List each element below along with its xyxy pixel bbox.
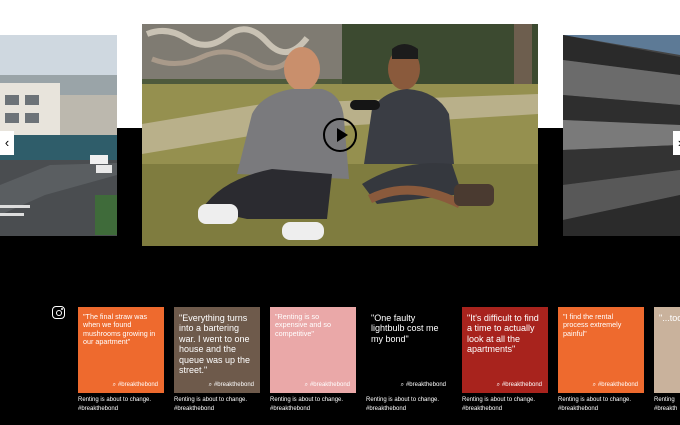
carousel-prev-arrow[interactable]: ‹ — [0, 131, 14, 155]
instagram-icon[interactable] — [52, 306, 65, 319]
post-image-tile: "One faulty lightbulb cost me my bond" ⌕ #… — [366, 307, 452, 393]
post-hashtag: ⌕ #breakthebond — [401, 382, 446, 389]
carousel-next-arrow[interactable]: › — [673, 131, 680, 155]
post-caption: Renting is about to change. #breakthebond — [462, 396, 548, 413]
post-caption-line: Renting is about to change. — [174, 397, 248, 403]
post-image-tile: "...too y... bothe... — [654, 307, 680, 393]
post-quote: "I find the rental process extremely pai… — [563, 312, 622, 338]
search-icon: ⌕ — [112, 382, 116, 388]
post-quote: "The final straw was when we found mushr… — [83, 312, 156, 347]
post-quote: "Renting is so expensive and so competit… — [275, 312, 331, 338]
post-caption: Renting is about to change. #breakthebond — [78, 396, 164, 413]
building-facade-image — [563, 35, 680, 236]
post-caption-line: Renting is about to change. — [270, 397, 344, 403]
street-scene-image — [0, 35, 117, 236]
post-quote: "It's difficult to find a time to actual… — [467, 313, 539, 355]
search-icon: ⌕ — [304, 382, 308, 388]
post-image-tile: "I find the rental process extremely pai… — [558, 307, 644, 393]
instagram-post[interactable]: "I find the rental process extremely pai… — [558, 307, 644, 413]
post-caption: Renting is about to change. #breakthebond — [174, 396, 260, 413]
post-caption: Renting is about to change. #breakthebond — [558, 396, 644, 413]
post-hashtag-label: #breakthebond — [309, 382, 350, 388]
post-hashtag: ⌕ #breakthebond — [113, 382, 158, 389]
post-caption-hashtag: #breakthebond — [366, 405, 407, 412]
search-icon: ⌕ — [208, 382, 212, 388]
post-hashtag-label: #breakthebond — [501, 382, 542, 388]
post-caption-hashtag: #breakth — [654, 405, 678, 412]
instagram-post[interactable]: "...too y... bothe... Renting #breakth — [654, 307, 680, 413]
post-image-tile: "Everything turns into a bartering war. … — [174, 307, 260, 393]
post-quote: "Everything turns into a bartering war. … — [179, 313, 251, 376]
post-caption-hashtag: #breakthebond — [462, 405, 503, 412]
post-caption: Renting is about to change. #breakthebond — [366, 396, 452, 413]
instagram-post[interactable]: "Everything turns into a bartering war. … — [174, 307, 260, 413]
post-image-tile: "The final straw was when we found mushr… — [78, 307, 164, 393]
post-hashtag-label: #breakthebond — [213, 382, 254, 388]
instagram-post[interactable]: "One faulty lightbulb cost me my bond" ⌕ #… — [366, 307, 452, 413]
post-caption-line: Renting is about to change. — [462, 397, 536, 403]
post-caption: Renting #breakth — [654, 396, 680, 413]
post-hashtag-label: #breakthebond — [117, 382, 158, 388]
post-caption-hashtag: #breakthebond — [270, 405, 311, 412]
carousel-slide-next[interactable] — [563, 35, 680, 236]
instagram-post[interactable]: "The final straw was when we found mushr… — [78, 307, 164, 413]
post-caption-line: Renting is about to change. — [366, 397, 440, 403]
post-caption: Renting is about to change. #breakthebond — [270, 396, 356, 413]
post-quote: "One faulty lightbulb cost me my bond" — [371, 313, 439, 344]
post-caption-hashtag: #breakthebond — [174, 405, 215, 412]
instagram-post[interactable]: "It's difficult to find a time to actual… — [462, 307, 548, 413]
post-image-tile: "It's difficult to find a time to actual… — [462, 307, 548, 393]
instagram-feed: "The final straw was when we found mushr… — [78, 307, 680, 417]
post-hashtag: ⌕ #breakthebond — [593, 382, 638, 389]
post-hashtag: ⌕ #breakthebond — [305, 382, 350, 389]
carousel-slide-prev[interactable] — [0, 35, 117, 236]
post-caption-line: Renting is about to change. — [78, 397, 152, 403]
post-caption-hashtag: #breakthebond — [78, 405, 119, 412]
post-hashtag: ⌕ #breakthebond — [209, 382, 254, 389]
search-icon: ⌕ — [592, 382, 596, 388]
post-hashtag: ⌕ #breakthebond — [497, 382, 542, 389]
search-icon: ⌕ — [400, 382, 404, 388]
play-icon — [337, 128, 348, 142]
instagram-post[interactable]: "Renting is so expensive and so competit… — [270, 307, 356, 413]
post-quote: "...too y... bothe... — [659, 313, 680, 323]
post-caption-hashtag: #breakthebond — [558, 405, 599, 412]
post-caption-line: Renting — [654, 397, 675, 403]
search-icon: ⌕ — [496, 382, 500, 388]
post-caption-line: Renting is about to change. — [558, 397, 632, 403]
post-hashtag-label: #breakthebond — [597, 382, 638, 388]
play-button[interactable] — [323, 118, 357, 152]
post-hashtag-label: #breakthebond — [405, 382, 446, 388]
post-image-tile: "Renting is so expensive and so competit… — [270, 307, 356, 393]
